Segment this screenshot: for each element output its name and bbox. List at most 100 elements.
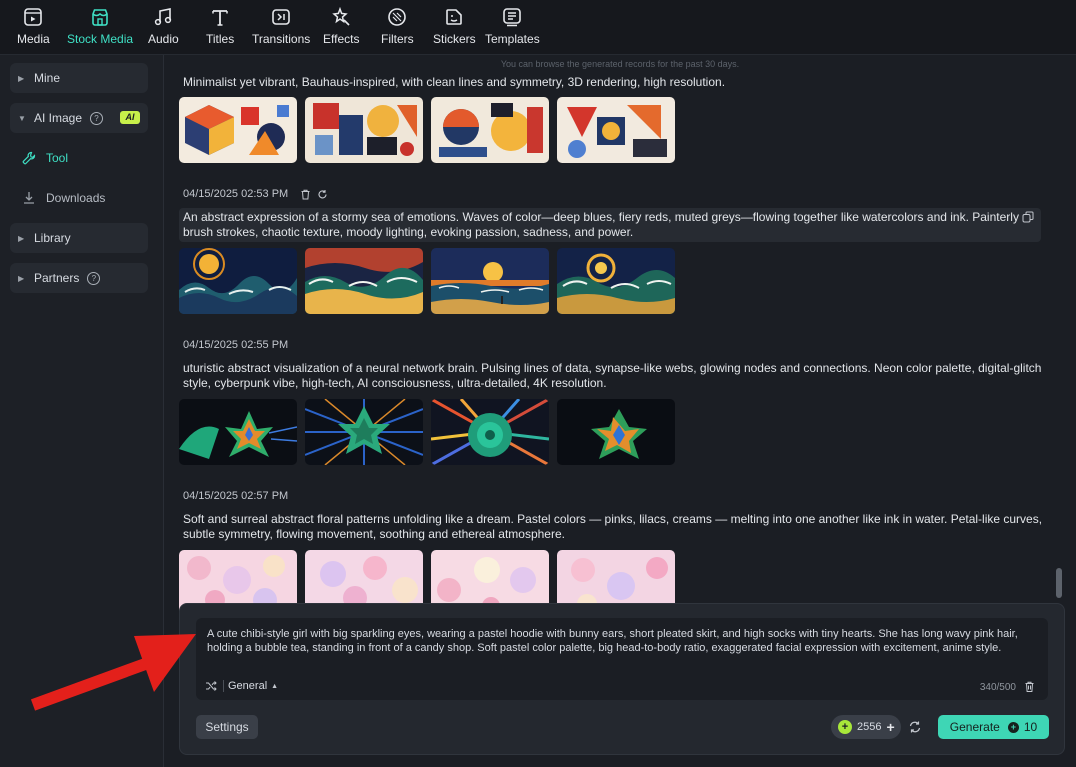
music-note-icon xyxy=(152,6,174,28)
divider xyxy=(223,680,224,692)
sidebar-item-tool[interactable]: Tool xyxy=(22,147,68,169)
history-hint: You can browse the generated records for… xyxy=(500,59,740,69)
media-icon xyxy=(22,6,44,28)
tab-filters[interactable]: Filters xyxy=(381,6,414,48)
record-timestamp: 04/15/2025 02:53 PM xyxy=(183,188,289,200)
stickers-icon xyxy=(443,6,465,28)
tab-label: Templates xyxy=(485,32,540,46)
caret-up-icon: ▲ xyxy=(271,682,279,690)
generate-label: Generate xyxy=(949,720,1000,734)
generated-image[interactable] xyxy=(431,248,549,314)
generated-image[interactable] xyxy=(179,399,297,465)
tab-media[interactable]: Media xyxy=(17,6,50,48)
credit-coin-icon: + xyxy=(1007,721,1019,733)
top-toolbar: Media Stock Media Audio Titles Transitio… xyxy=(0,0,1076,55)
shuffle-icon[interactable] xyxy=(205,680,217,692)
titles-icon xyxy=(209,6,231,28)
tab-label: Audio xyxy=(148,32,179,46)
tab-stickers[interactable]: Stickers xyxy=(433,6,476,48)
delete-icon[interactable] xyxy=(299,188,311,200)
sidebar-item-partners[interactable]: ▶ Partners ? xyxy=(10,263,148,293)
generated-image[interactable] xyxy=(557,248,675,314)
settings-button[interactable]: Settings xyxy=(196,715,258,739)
record-timestamp: 04/15/2025 02:55 PM xyxy=(183,339,289,351)
refresh-icon[interactable] xyxy=(908,720,922,734)
scrollbar-thumb[interactable] xyxy=(1056,568,1062,598)
tab-label: Stock Media xyxy=(67,32,134,46)
caret-right-icon: ▶ xyxy=(18,233,25,243)
tab-titles[interactable]: Titles xyxy=(206,6,234,48)
credits-value: 2556 xyxy=(857,721,882,733)
sidebar-item-ai-image[interactable]: ▼ AI Image ? AI xyxy=(10,103,148,133)
tab-label: Titles xyxy=(206,32,235,46)
regenerate-icon[interactable] xyxy=(316,188,328,200)
sidebar-item-downloads[interactable]: Downloads xyxy=(22,187,105,209)
tab-templates[interactable]: Templates xyxy=(485,6,540,48)
generated-image[interactable] xyxy=(179,248,297,314)
generated-image[interactable] xyxy=(557,97,675,163)
clear-prompt-icon[interactable] xyxy=(1024,681,1036,693)
filters-icon xyxy=(386,6,408,28)
record-prompt: An abstract expression of a stormy sea o… xyxy=(183,210,1019,239)
record-header: 04/15/2025 02:57 PM xyxy=(183,490,288,502)
record-timestamp: 04/15/2025 02:57 PM xyxy=(183,490,289,502)
credits-balance[interactable]: + 2556 + xyxy=(831,715,901,739)
style-value: General xyxy=(228,680,268,692)
transitions-icon xyxy=(270,6,292,28)
tab-stock-media[interactable]: Stock Media xyxy=(67,6,133,48)
generate-button[interactable]: Generate + 10 xyxy=(938,715,1049,739)
caret-right-icon: ▶ xyxy=(18,273,25,283)
generated-image[interactable] xyxy=(431,399,549,465)
sidebar-item-label: Library xyxy=(34,231,71,245)
stock-media-icon xyxy=(89,6,111,28)
download-icon xyxy=(22,191,36,205)
effects-icon xyxy=(330,6,352,28)
sidebar-item-mine[interactable]: ▶ Mine xyxy=(10,63,148,93)
sidebar-item-label: Downloads xyxy=(46,191,106,205)
ai-badge: AI xyxy=(120,111,140,124)
record-thumbnails xyxy=(179,399,675,465)
sidebar-item-label: AI Image xyxy=(34,111,83,125)
tab-audio[interactable]: Audio xyxy=(148,6,179,48)
tab-label: Effects xyxy=(323,32,360,46)
templates-icon xyxy=(501,6,523,28)
prompt-input-box[interactable]: A cute chibi-style girl with big sparkli… xyxy=(196,618,1048,700)
prompt-composer: A cute chibi-style girl with big sparkli… xyxy=(179,603,1065,755)
help-icon[interactable]: ? xyxy=(90,111,104,125)
help-icon[interactable]: ? xyxy=(87,271,101,285)
generated-image[interactable] xyxy=(305,97,423,163)
caret-down-icon: ▼ xyxy=(18,113,26,123)
caret-right-icon: ▶ xyxy=(18,73,25,83)
generate-cost: 10 xyxy=(1023,720,1038,734)
record-header: 04/15/2025 02:53 PM xyxy=(183,188,328,200)
wrench-icon xyxy=(22,151,36,165)
copy-icon[interactable] xyxy=(1022,211,1034,223)
generated-image[interactable] xyxy=(179,97,297,163)
credit-coin-icon: + xyxy=(838,720,852,734)
sidebar-item-label: Tool xyxy=(46,151,69,165)
generated-image[interactable] xyxy=(431,97,549,163)
record-prompt: Minimalist yet vibrant, Bauhaus-inspired… xyxy=(183,75,726,89)
tab-transitions[interactable]: Transitions xyxy=(252,6,310,48)
generated-image[interactable] xyxy=(305,248,423,314)
sidebar-item-label: Mine xyxy=(34,71,61,85)
char-counter: 340/500 xyxy=(979,682,1016,693)
record-header: 04/15/2025 02:55 PM xyxy=(183,339,288,351)
tab-label: Filters xyxy=(381,32,414,46)
record-thumbnails xyxy=(179,248,675,314)
generated-image[interactable] xyxy=(305,399,423,465)
record-prompt: uturistic abstract visualization of a ne… xyxy=(183,361,1042,390)
generated-image[interactable] xyxy=(557,399,675,465)
tab-effects[interactable]: Effects xyxy=(323,6,359,48)
tab-label: Stickers xyxy=(433,32,476,46)
sidebar-item-label: Partners xyxy=(34,271,80,285)
tab-label: Media xyxy=(17,32,50,46)
add-credits-icon[interactable]: + xyxy=(886,719,894,735)
style-selector[interactable]: General ▲ xyxy=(205,680,278,692)
prompt-input[interactable]: A cute chibi-style girl with big sparkli… xyxy=(207,627,1037,655)
sidebar-item-library[interactable]: ▶ Library xyxy=(10,223,148,253)
tab-label: Transitions xyxy=(252,32,311,46)
record-thumbnails xyxy=(179,97,675,163)
sidebar: ▶ Mine ▼ AI Image ? AI Tool Downloads ▶ … xyxy=(0,55,164,767)
record-prompt: Soft and surreal abstract floral pattern… xyxy=(183,512,1043,541)
